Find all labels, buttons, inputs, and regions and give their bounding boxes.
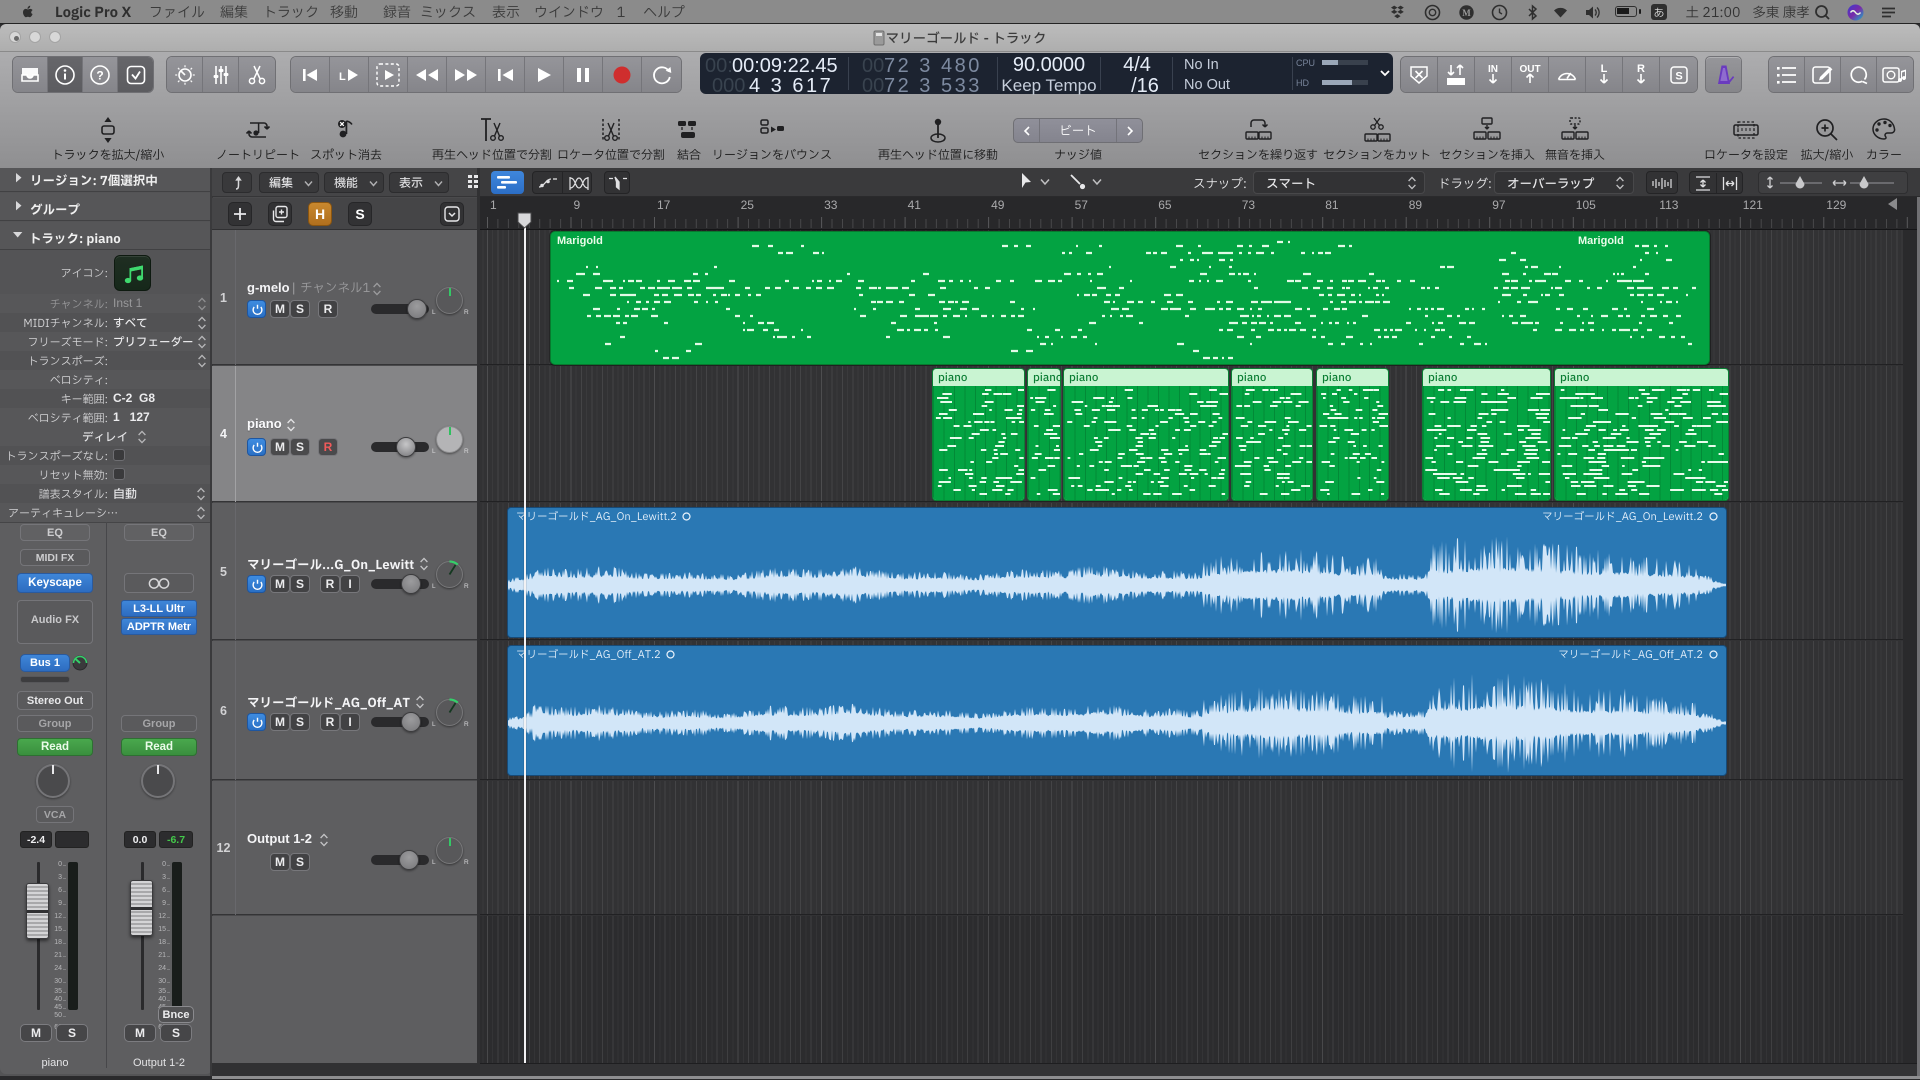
svg-text:L: L xyxy=(1601,63,1608,75)
svg-text:M: M xyxy=(1462,8,1471,18)
svg-text:IN: IN xyxy=(1488,64,1498,75)
svg-text:R: R xyxy=(1637,63,1645,75)
svg-text:L: L xyxy=(339,71,346,83)
svg-text:?: ? xyxy=(96,68,103,82)
svg-text:OUT: OUT xyxy=(1519,64,1540,75)
svg-text:S: S xyxy=(1675,70,1682,82)
